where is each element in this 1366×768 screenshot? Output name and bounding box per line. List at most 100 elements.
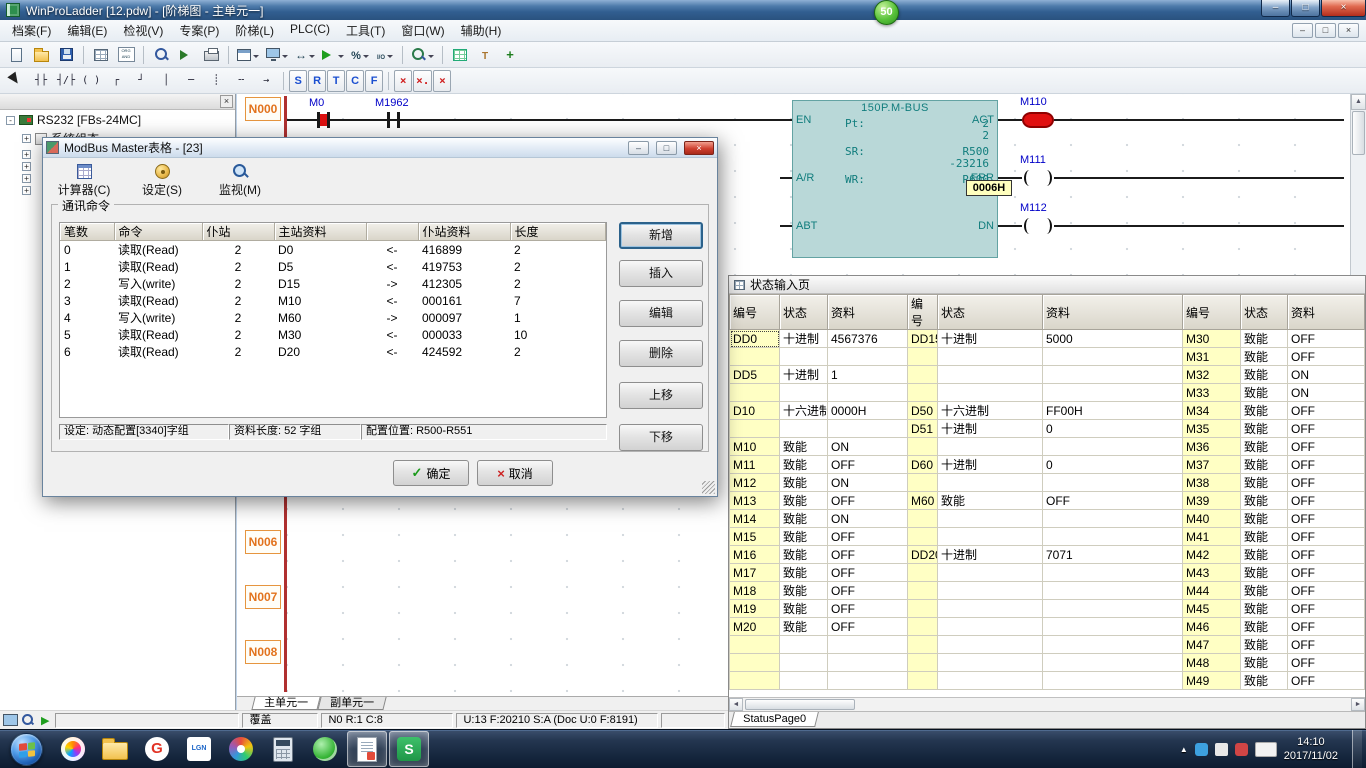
set-instruction-button[interactable]: S bbox=[289, 70, 307, 92]
status-cell[interactable]: OFF bbox=[1288, 582, 1365, 600]
instruction-list-button[interactable] bbox=[114, 44, 138, 66]
status-cell[interactable]: 致能 bbox=[1241, 492, 1288, 510]
status-cell[interactable] bbox=[1043, 384, 1183, 402]
new-file-button[interactable] bbox=[4, 44, 28, 66]
tree-expand-icon[interactable]: + bbox=[22, 150, 31, 159]
status-cell[interactable] bbox=[938, 582, 1043, 600]
status-cell[interactable]: OFF bbox=[1288, 564, 1365, 582]
status-cell[interactable]: OFF bbox=[828, 528, 908, 546]
dialog-col-header[interactable] bbox=[366, 223, 418, 241]
status-cell[interactable]: 致能 bbox=[938, 492, 1043, 510]
move-down-button[interactable]: 下移 bbox=[619, 424, 703, 451]
horizontal-line-icon[interactable]: ─ bbox=[179, 70, 203, 92]
status-cell[interactable]: 致能 bbox=[1241, 672, 1288, 690]
no-contact-icon[interactable]: ┤├ bbox=[29, 70, 53, 92]
scrollbar-thumb[interactable] bbox=[1352, 111, 1365, 155]
delete-element-button[interactable]: × bbox=[394, 70, 412, 92]
status-cell[interactable]: M60 bbox=[908, 492, 938, 510]
status-cell[interactable]: 5000 bbox=[1043, 330, 1183, 348]
io-status-button[interactable] bbox=[373, 44, 397, 66]
status-cell[interactable]: 致能 bbox=[1241, 456, 1288, 474]
menu-item-5[interactable]: PLC(C) bbox=[282, 19, 338, 42]
print-button[interactable] bbox=[199, 44, 223, 66]
status-cell[interactable]: 致能 bbox=[1241, 582, 1288, 600]
vertical-line-icon[interactable]: │ bbox=[154, 70, 178, 92]
status-cell[interactable] bbox=[908, 582, 938, 600]
scroll-left-icon[interactable]: ◄ bbox=[729, 698, 743, 711]
status-cell[interactable]: OFF bbox=[1288, 456, 1365, 474]
branch-start-icon[interactable]: ┌ bbox=[104, 70, 128, 92]
status-col-header[interactable]: 资料 bbox=[828, 295, 908, 330]
status-cell[interactable]: 十进制 bbox=[938, 330, 1043, 348]
tab-main-unit[interactable]: 主单元一 bbox=[251, 697, 320, 710]
status-cell[interactable] bbox=[908, 654, 938, 672]
nc-contact-icon[interactable]: ┤/├ bbox=[54, 70, 78, 92]
run-button[interactable] bbox=[319, 44, 347, 66]
status-cell[interactable] bbox=[730, 636, 780, 654]
status-cell[interactable]: OFF bbox=[1288, 600, 1365, 618]
status-cell[interactable]: M38 bbox=[1183, 474, 1241, 492]
status-cell[interactable]: 7071 bbox=[1043, 546, 1183, 564]
status-cell[interactable]: 十进制 bbox=[938, 420, 1043, 438]
ok-button[interactable]: ✓ 确定 bbox=[393, 460, 469, 486]
tray-app-icon-3[interactable] bbox=[1235, 743, 1248, 756]
status-cell[interactable]: 致能 bbox=[1241, 546, 1288, 564]
menu-item-1[interactable]: 编辑(E) bbox=[59, 19, 115, 42]
status-cell[interactable]: 致能 bbox=[780, 474, 828, 492]
status-cell[interactable]: 致能 bbox=[1241, 654, 1288, 672]
status-cell[interactable]: M10 bbox=[730, 438, 780, 456]
status-cell[interactable]: M36 bbox=[1183, 438, 1241, 456]
status-cell[interactable]: 十六进制 bbox=[938, 402, 1043, 420]
status-cell[interactable] bbox=[908, 384, 938, 402]
comment-button[interactable] bbox=[473, 44, 497, 66]
dialog-col-header[interactable]: 主站资料 bbox=[274, 223, 366, 241]
status-cell[interactable]: 致能 bbox=[780, 582, 828, 600]
status-cell[interactable]: M34 bbox=[1183, 402, 1241, 420]
status-cell[interactable]: OFF bbox=[1288, 474, 1365, 492]
tray-app-icon-1[interactable] bbox=[1195, 743, 1208, 756]
status-cell[interactable] bbox=[730, 348, 780, 366]
horizontal-scrollbar[interactable]: ◄ ► bbox=[729, 697, 1365, 711]
find-element-button[interactable] bbox=[149, 44, 173, 66]
wire-to-coil-icon[interactable]: → bbox=[254, 70, 278, 92]
status-cell[interactable] bbox=[1043, 348, 1183, 366]
status-cell[interactable]: M48 bbox=[1183, 654, 1241, 672]
menu-item-2[interactable]: 检视(V) bbox=[115, 19, 171, 42]
dialog-close-button[interactable]: × bbox=[684, 141, 714, 155]
tray-app-icon-2[interactable] bbox=[1215, 743, 1228, 756]
status-cell[interactable]: 致能 bbox=[1241, 330, 1288, 348]
status-cell[interactable]: OFF bbox=[828, 456, 908, 474]
status-cell[interactable] bbox=[938, 438, 1043, 456]
status-cell[interactable]: OFF bbox=[1288, 402, 1365, 420]
status-col-header[interactable]: 状态 bbox=[780, 295, 828, 330]
status-cell[interactable]: 十进制 bbox=[780, 330, 828, 348]
status-cell[interactable]: M12 bbox=[730, 474, 780, 492]
tree-collapse-icon[interactable]: - bbox=[6, 116, 15, 125]
status-cell[interactable]: DD15 bbox=[908, 330, 938, 348]
taskbar-item-document[interactable] bbox=[347, 731, 387, 767]
status-cell[interactable]: D10 bbox=[730, 402, 780, 420]
zoom-button[interactable] bbox=[408, 44, 437, 66]
status-cell[interactable] bbox=[938, 636, 1043, 654]
status-cell[interactable]: OFF bbox=[1288, 348, 1365, 366]
status-cell[interactable]: M32 bbox=[1183, 366, 1241, 384]
status-cell[interactable]: M41 bbox=[1183, 528, 1241, 546]
status-col-header[interactable]: 编号 bbox=[908, 295, 938, 330]
status-cell[interactable] bbox=[780, 348, 828, 366]
resize-grip[interactable] bbox=[702, 481, 715, 494]
dialog-settings-button[interactable]: 设定(S) bbox=[133, 164, 191, 198]
mdi-close-button[interactable]: × bbox=[1338, 23, 1359, 38]
dialog-monitor-button[interactable]: 监视(M) bbox=[211, 164, 269, 198]
status-cell[interactable]: M11 bbox=[730, 456, 780, 474]
status-cell[interactable]: D51 bbox=[908, 420, 938, 438]
delete-button[interactable]: 删除 bbox=[619, 340, 703, 367]
status-cell[interactable]: OFF bbox=[828, 492, 908, 510]
status-cell[interactable] bbox=[908, 474, 938, 492]
status-cell[interactable]: FF00H bbox=[1043, 402, 1183, 420]
tree-item-plc[interactable]: - RS232 [FBs-24MC] bbox=[0, 110, 235, 127]
tree-expand-icon[interactable]: + bbox=[22, 162, 31, 171]
status-cell[interactable] bbox=[908, 636, 938, 654]
save-button[interactable] bbox=[54, 44, 78, 66]
maximize-button[interactable]: □ bbox=[1291, 0, 1320, 17]
status-cell[interactable]: OFF bbox=[828, 600, 908, 618]
